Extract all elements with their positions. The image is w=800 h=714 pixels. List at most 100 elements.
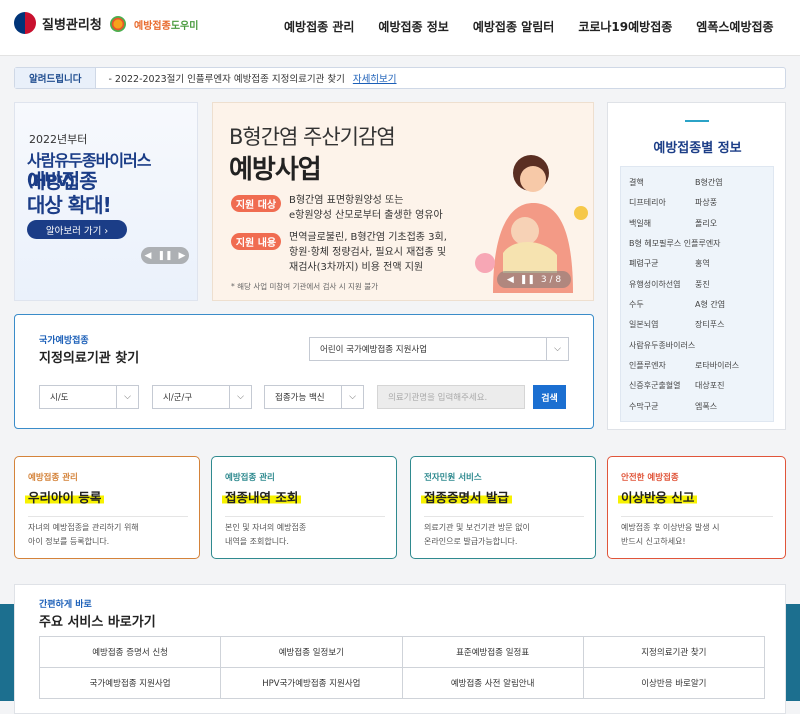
service-name: 우리아이 등록	[25, 487, 105, 506]
chevron-down-icon: ⌵	[546, 338, 568, 360]
service-card-certificate[interactable]: 전자민원 서비스 접종증명서 발급 의료기관 및 보건기관 방문 없이 온라인으로…	[410, 456, 596, 559]
vaccine-item[interactable]: B형간염	[687, 177, 775, 196]
program-select[interactable]: 어린이 국가예방접종 지원사업 ⌵	[309, 337, 569, 361]
sun-logo-icon	[108, 14, 130, 34]
service-category: 예방접종 관리	[225, 473, 275, 483]
quick-link[interactable]: 지정의료기관 찾기	[583, 637, 765, 668]
chevron-down-icon: ⌵	[116, 386, 138, 408]
quick-title: 주요 서비스 바로가기	[39, 615, 156, 630]
vaccine-item[interactable]: 신증후군출혈열	[621, 380, 687, 399]
quick-link[interactable]: 이상반응 바로알기	[583, 668, 765, 699]
vaccine-item[interactable]: 백일해	[621, 218, 687, 237]
hepb-title-line2: 예방사업	[229, 155, 322, 185]
vaccine-item[interactable]: 디프테리아	[621, 197, 687, 216]
vaccine-item[interactable]: 풍진	[687, 279, 775, 298]
quick-link[interactable]: 국가예방접종 지원사업	[40, 668, 222, 699]
nav-vaccination-notice[interactable]: 예방접종 알림터	[473, 18, 554, 35]
search-button[interactable]: 검색	[533, 385, 566, 409]
vaccine-info-title: 예방접종별 정보	[653, 141, 742, 156]
title-accent-bar	[685, 120, 709, 122]
sigungu-select-value: 시/군/구	[163, 393, 193, 403]
vaccine-item[interactable]: 홍역	[687, 258, 775, 277]
vaccine-item[interactable]: 사람유두종바이러스	[621, 340, 775, 359]
quick-kicker: 간편하게 바로	[39, 600, 92, 610]
vaccine-item[interactable]: B형 헤모필루스 인플루엔자	[621, 238, 775, 257]
vaccine-item[interactable]: 수두	[621, 299, 687, 318]
background-band	[0, 604, 14, 701]
divider	[28, 516, 188, 517]
hepb-note: * 해당 사업 미참여 기관에서 검사 시 지원 불가	[231, 282, 379, 291]
hpv-banner-headline: 예방접종 대상 확대!	[27, 169, 112, 217]
notice-text[interactable]: - 2022-2023절기 인플루엔자 예방접종 지정의료기관 찾기	[96, 71, 344, 85]
service-desc: 본인 및 자녀의 예방접종 내역을 조회합니다.	[225, 523, 307, 546]
divider	[424, 516, 584, 517]
divider	[225, 516, 385, 517]
nav-covid19[interactable]: 코로나19예방접종	[578, 18, 672, 35]
vaccine-item[interactable]: 인플루엔자	[621, 360, 687, 379]
service-category: 예방접종 관리	[28, 473, 78, 483]
pause-icon[interactable]: ❚❚	[157, 251, 172, 261]
nav-vaccination-management[interactable]: 예방접종 관리	[284, 18, 354, 35]
helper-logo-text: 예방접종도우미	[134, 20, 199, 32]
service-desc: 의료기관 및 보건기관 방문 없이 온라인으로 발급가능합니다.	[424, 523, 530, 546]
vaccine-item[interactable]: 장티푸스	[687, 319, 775, 338]
site-header: 질병관리청 예방접종도우미 예방접종 관리 예방접종 정보 예방접종 알림터 코…	[0, 0, 800, 56]
service-category: 전자민원 서비스	[424, 473, 482, 483]
service-name: 이상반응 신고	[618, 487, 698, 506]
sido-select-value: 시/도	[50, 393, 69, 403]
chevron-down-icon: ⌵	[341, 386, 363, 408]
support-content-label: 지원 내용	[231, 233, 281, 250]
prev-arrow-icon[interactable]: ◀	[507, 275, 514, 285]
program-select-value: 어린이 국가예방접종 지원사업	[320, 345, 428, 355]
vaccine-item[interactable]: 일본뇌염	[621, 319, 687, 338]
hpv-banner[interactable]: 2022년부터 사람유두종바이러스(HPV) 예방접종 대상 확대! 알아보러 가…	[14, 102, 198, 301]
vaccine-item[interactable]: 파상풍	[687, 197, 775, 216]
vaccine-select-value: 접종가능 백신	[275, 393, 325, 403]
vaccine-item[interactable]: A형 간염	[687, 299, 775, 318]
vaccine-item[interactable]: 대상포진	[687, 380, 775, 399]
quick-link[interactable]: 예방접종 사전 알림안내	[402, 668, 584, 699]
support-target-desc: B형간염 표면항원양성 또는 e항원양성 산모로부터 출생한 영유아	[289, 195, 443, 221]
clinic-name-input[interactable]: 의료기관명을 입력해주세요.	[377, 385, 525, 409]
quick-link[interactable]: 예방접종 증명서 신청	[40, 637, 222, 668]
kdca-emblem-icon	[14, 12, 36, 34]
vaccine-helper-logo[interactable]: 예방접종도우미	[108, 14, 198, 34]
vaccine-item[interactable]: 결핵	[621, 177, 687, 196]
divider	[621, 516, 773, 517]
vaccine-item[interactable]: 폐렴구균	[621, 258, 687, 277]
quick-link[interactable]: 예방접종 일정보기	[221, 637, 403, 668]
kdca-logo[interactable]: 질병관리청	[14, 12, 102, 34]
quick-link[interactable]: HPV국가예방접종 지원사업	[221, 668, 403, 699]
notice-more-link[interactable]: 자세히보기	[353, 71, 397, 85]
service-card-register-child[interactable]: 예방접종 관리 우리아이 등록 자녀의 예방접종을 관리하기 위해 아이 정보를 …	[14, 456, 200, 559]
vaccine-item[interactable]: 유행성이하선염	[621, 279, 687, 298]
service-name: 접종증명서 발급	[421, 487, 512, 506]
pause-icon[interactable]: ❚❚	[520, 275, 535, 285]
hepb-banner[interactable]: B형간염 주산기감염 예방사업 지원 대상 B형간염 표면항원양성 또는 e항원양…	[212, 102, 594, 301]
quick-link[interactable]: 표준예방접종 일정표	[402, 637, 584, 668]
notice-bar: 알려드립니다 - 2022-2023절기 인플루엔자 예방접종 지정의료기관 찾…	[14, 67, 786, 89]
hpv-learn-more-button[interactable]: 알아보러 가기 ›	[27, 220, 127, 239]
vaccine-item[interactable]: 엠폭스	[687, 401, 775, 420]
service-card-adverse-report[interactable]: 안전한 예방접종 이상반응 신고 예방접종 후 이상반응 발생 시 반드시 신고하…	[607, 456, 786, 559]
nav-vaccination-info[interactable]: 예방접종 정보	[378, 18, 448, 35]
vaccine-info-panel: 예방접종별 정보 결핵 B형간염 디프테리아 파상풍 백일해 폴리오 B형 헤모…	[607, 102, 786, 430]
hpv-banner-controls[interactable]: ◀ ❚❚ ▶	[141, 247, 189, 264]
sido-select[interactable]: 시/도 ⌵	[39, 385, 139, 409]
vaccine-item[interactable]: 수막구균	[621, 401, 687, 420]
prev-arrow-icon[interactable]: ◀	[145, 251, 152, 261]
hepb-banner-controls[interactable]: ◀ ❚❚ 3 / 8	[497, 271, 571, 288]
service-desc: 예방접종 후 이상반응 발생 시 반드시 신고하세요!	[621, 523, 720, 546]
service-name: 접종내역 조회	[222, 487, 302, 506]
next-arrow-icon[interactable]: ▶	[179, 251, 186, 261]
notice-label: 알려드립니다	[15, 68, 97, 88]
vaccine-list: 결핵 B형간염 디프테리아 파상풍 백일해 폴리오 B형 헤모필루스 인플루엔자…	[620, 166, 774, 422]
hepb-title-line1: B형간염 주산기감염	[229, 125, 396, 149]
vaccine-item[interactable]: 로타바이러스	[687, 360, 775, 379]
vaccine-item[interactable]: 폴리오	[687, 218, 775, 237]
slide-counter: 3 / 8	[540, 274, 562, 285]
service-card-history[interactable]: 예방접종 관리 접종내역 조회 본인 및 자녀의 예방접종 내역을 조회합니다.	[211, 456, 397, 559]
nav-mpox[interactable]: 엠폭스예방접종	[696, 18, 773, 35]
sigungu-select[interactable]: 시/군/구 ⌵	[152, 385, 252, 409]
vaccine-select[interactable]: 접종가능 백신 ⌵	[264, 385, 364, 409]
